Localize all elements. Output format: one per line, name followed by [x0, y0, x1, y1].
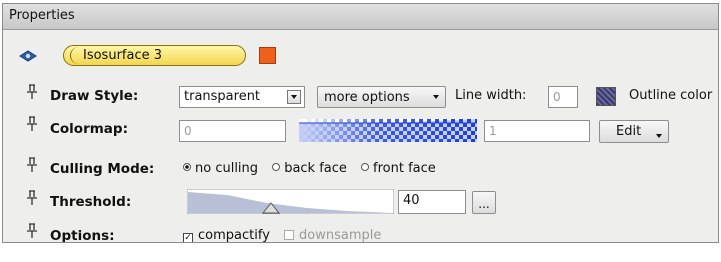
- pill-left-bracket-icon: [70, 47, 81, 64]
- radio-icon[interactable]: [361, 163, 370, 171]
- checkbox-checked-icon[interactable]: ✓: [183, 233, 193, 242]
- panel-title: Properties: [3, 4, 718, 30]
- chevron-down-icon: [656, 134, 662, 138]
- threshold-histogram-slider[interactable]: [187, 189, 394, 214]
- compactify-label: compactify: [198, 228, 270, 243]
- colormap-label: Colormap:: [50, 121, 128, 137]
- colormap-min-input[interactable]: 0: [179, 120, 286, 142]
- edit-button-label: Edit: [616, 124, 642, 139]
- downsample-label: downsample: [299, 228, 382, 243]
- object-color-swatch[interactable]: [259, 47, 276, 64]
- checkbox-icon[interactable]: [284, 230, 295, 240]
- pin-icon[interactable]: [26, 157, 38, 173]
- draw-style-select[interactable]: transparent: [179, 86, 305, 108]
- dropdown-arrow-icon[interactable]: [287, 90, 301, 104]
- threshold-more-button[interactable]: ...: [472, 191, 496, 214]
- outline-color-label: Outline color: [629, 88, 713, 103]
- culling-option-no-culling[interactable]: no culling: [183, 161, 258, 176]
- line-width-value: 0: [553, 90, 561, 104]
- culling-option-label: back face: [284, 161, 347, 176]
- radio-icon[interactable]: [272, 163, 281, 171]
- culling-option-label: front face: [373, 161, 436, 176]
- properties-panel: Properties Isosurface 3 Draw Style: tran…: [2, 3, 719, 243]
- line-width-input[interactable]: 0: [548, 86, 578, 108]
- colormap-max-value: 1: [489, 124, 497, 138]
- options-label: Options:: [50, 228, 115, 243]
- threshold-input[interactable]: 40: [398, 190, 466, 214]
- culling-radio-group: no culling back face front face: [183, 161, 436, 176]
- pin-icon[interactable]: [26, 84, 38, 100]
- threshold-value: 40: [403, 193, 420, 208]
- object-name: Isosurface 3: [83, 48, 163, 63]
- colormap-edit-button[interactable]: Edit: [599, 120, 669, 143]
- chevron-down-icon: [433, 95, 439, 99]
- culling-mode-label: Culling Mode:: [50, 161, 155, 177]
- line-width-label: Line width:: [455, 88, 527, 103]
- culling-option-back-face[interactable]: back face: [272, 161, 347, 176]
- more-options-label: more options: [324, 90, 410, 105]
- threshold-more-label: ...: [478, 197, 490, 211]
- pin-icon[interactable]: [26, 190, 38, 206]
- colormap-preview[interactable]: [299, 119, 477, 142]
- culling-option-front-face[interactable]: front face: [361, 161, 436, 176]
- pin-icon[interactable]: [26, 116, 38, 132]
- object-name-pill[interactable]: Isosurface 3: [63, 45, 246, 66]
- pin-icon[interactable]: [26, 223, 38, 239]
- radio-selected-icon[interactable]: [183, 163, 191, 171]
- draw-style-value: transparent: [184, 89, 261, 104]
- culling-option-label: no culling: [195, 161, 259, 176]
- outline-color-swatch[interactable]: [596, 87, 616, 106]
- compactify-checkbox[interactable]: ✓ compactify: [183, 228, 270, 243]
- colormap-min-value: 0: [184, 124, 192, 138]
- draw-style-label: Draw Style:: [50, 88, 139, 104]
- downsample-checkbox[interactable]: downsample: [284, 228, 382, 243]
- more-options-button[interactable]: more options: [317, 86, 446, 108]
- colormap-max-input[interactable]: 1: [484, 120, 590, 142]
- visibility-eye-icon[interactable]: [19, 50, 37, 62]
- threshold-label: Threshold:: [50, 194, 132, 210]
- options-group: ✓ compactify downsample: [183, 228, 382, 243]
